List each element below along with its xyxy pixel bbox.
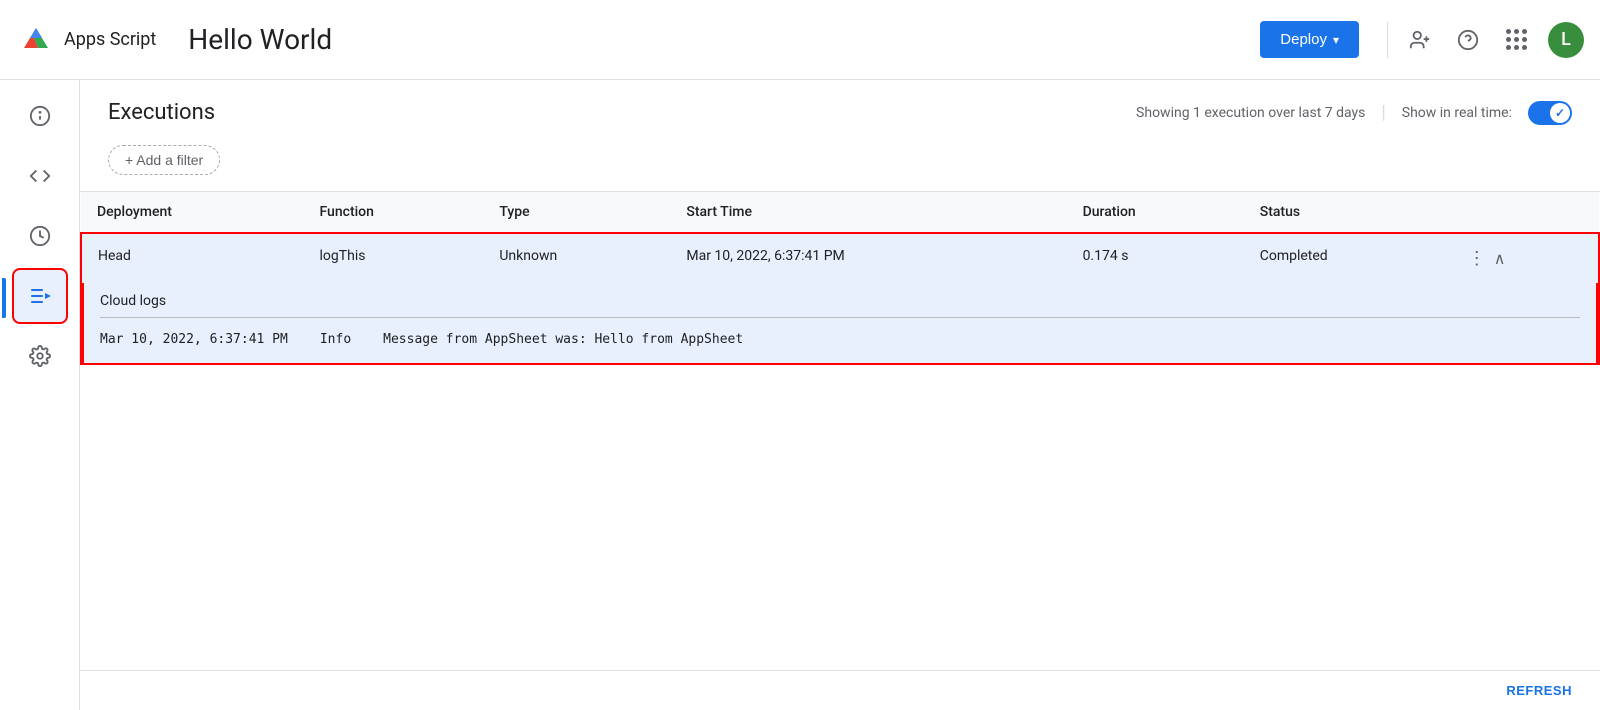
executions-title: Executions [108,100,215,125]
apps-grid-button[interactable] [1496,20,1536,60]
sidebar-item-overview[interactable] [12,88,68,144]
grid-icon [1506,29,1527,50]
apps-script-logo-icon [16,20,56,60]
active-indicator [2,278,6,318]
col-actions [1452,192,1599,233]
cloud-logs-divider [100,317,1580,318]
sidebar-item-editor[interactable] [12,148,68,204]
add-person-button[interactable] [1400,20,1440,60]
deploy-button[interactable]: Deploy ▾ [1260,21,1359,58]
executions-table: Deployment Function Type Start Time Dura… [80,192,1600,365]
col-type: Type [483,192,670,233]
add-person-icon [1409,29,1431,51]
filter-area: + Add a filter [80,137,1600,191]
log-timestamp: Mar 10, 2022, 6:37:41 PM [100,332,288,347]
logo-area: Apps Script [16,20,156,60]
info-icon [29,105,51,127]
executions-header: Executions Showing 1 execution over last… [80,80,1600,137]
executions-count-text: Showing 1 execution over last 7 days [1136,105,1365,121]
realtime-label: Show in real time: [1402,105,1512,121]
app-name-label: Apps Script [64,29,156,50]
col-start-time: Start Time [670,192,1066,233]
table-header: Deployment Function Type Start Time Dura… [81,192,1599,233]
header-icons: L [1400,20,1584,60]
header-divider [1387,22,1388,58]
executions-meta: Showing 1 execution over last 7 days | S… [1136,101,1572,125]
col-function: Function [304,192,484,233]
executions-icon [28,284,52,308]
log-entry: Mar 10, 2022, 6:37:41 PM Info Message fr… [100,328,1580,351]
col-deployment: Deployment [81,192,304,233]
help-button[interactable] [1448,20,1488,60]
cloud-logs-title: Cloud logs [100,283,1580,317]
executions-table-container: Deployment Function Type Start Time Dura… [80,191,1600,670]
toggle-check-icon: ✓ [1555,106,1565,120]
col-status: Status [1244,192,1452,233]
cell-type: Unknown [483,233,670,283]
cell-status: Completed [1244,233,1452,283]
cloud-logs-section: Cloud logs Mar 10, 2022, 6:37:41 PM Info… [82,283,1598,363]
table-row[interactable]: Head logThis Unknown Mar 10, 2022, 6:37:… [81,233,1599,283]
cloud-logs-row: Cloud logs Mar 10, 2022, 6:37:41 PM Info… [81,283,1599,364]
sidebar-item-triggers[interactable] [12,208,68,264]
cloud-logs-cell: Cloud logs Mar 10, 2022, 6:37:41 PM Info… [81,283,1599,364]
log-level: Info [320,332,351,347]
refresh-button[interactable]: REFRESH [1506,683,1572,698]
cell-deployment: Head [81,233,304,283]
table-body: Head logThis Unknown Mar 10, 2022, 6:37:… [81,233,1599,364]
app-header: Apps Script Hello World Deploy ▾ [0,0,1600,80]
settings-icon [29,345,51,367]
sidebar-item-settings[interactable] [12,328,68,384]
toggle-knob: ✓ [1550,103,1570,123]
user-avatar[interactable]: L [1548,22,1584,58]
row-actions: ⋮ ∧ [1468,248,1582,269]
more-options-icon[interactable]: ⋮ [1468,248,1486,269]
cell-row-actions: ⋮ ∧ [1452,233,1599,283]
cell-start-time: Mar 10, 2022, 6:37:41 PM [670,233,1066,283]
col-duration: Duration [1067,192,1244,233]
deploy-label: Deploy [1280,31,1327,48]
cell-function: logThis [304,233,484,283]
log-message: Message from AppSheet was: Hello from Ap… [383,332,743,347]
main-content: Executions Showing 1 execution over last… [80,80,1600,710]
collapse-icon[interactable]: ∧ [1494,249,1506,268]
cell-duration: 0.174 s [1067,233,1244,283]
meta-divider: | [1381,102,1385,123]
add-filter-label: + Add a filter [125,152,203,168]
realtime-toggle[interactable]: ✓ [1528,101,1572,125]
deploy-chevron-icon: ▾ [1333,33,1339,47]
sidebar [0,80,80,710]
clock-icon [29,225,51,247]
refresh-area: REFRESH [80,670,1600,710]
sidebar-item-executions[interactable] [12,268,68,324]
help-icon [1457,29,1479,51]
project-name-label: Hello World [188,23,332,56]
main-layout: Executions Showing 1 execution over last… [0,80,1600,710]
editor-icon [29,165,51,187]
add-filter-button[interactable]: + Add a filter [108,145,220,175]
